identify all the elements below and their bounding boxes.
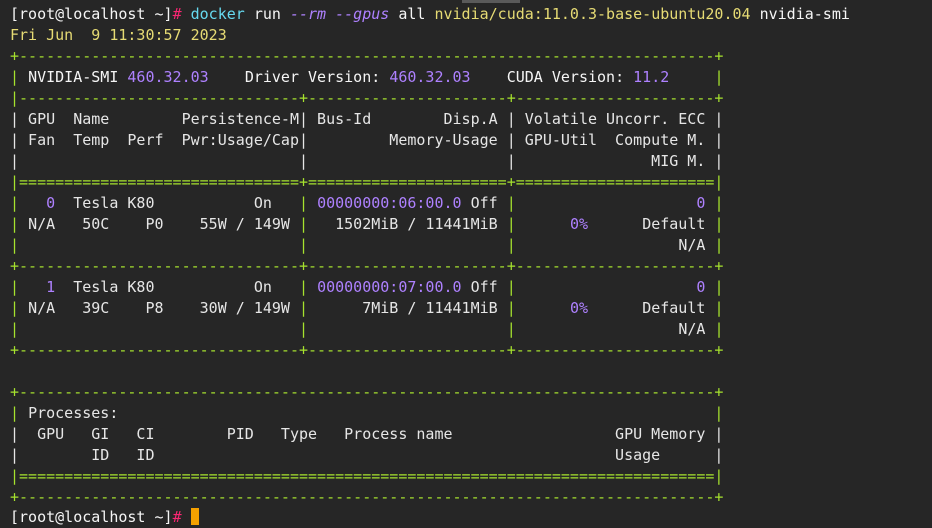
gpu-sep-bottom: +-------------------------------+-------… (10, 341, 724, 359)
gpu-perf: P0 (145, 215, 164, 233)
gpu-mig: N/A (678, 320, 706, 338)
prompt-symbol: # (172, 5, 182, 23)
gpu-name: Tesla K80 (73, 194, 155, 212)
gpu-power: 55W / 149W (199, 215, 290, 233)
processes-header-2: | ID ID Usage | (10, 446, 724, 464)
gpu-bus-id: 00000000:07:00.0 (317, 278, 462, 296)
cuda-label: CUDA Version: (506, 68, 625, 86)
driver-version: 460.32.03 (389, 68, 471, 86)
gpu-mig: N/A (678, 236, 706, 254)
gpu-disp: Off (470, 194, 498, 212)
command-sub: run (253, 5, 281, 23)
command-line: [root@localhost ~]# docker run --rm --gp… (10, 4, 850, 25)
sep-eq: |===============================+=======… (10, 173, 724, 191)
prompt: [root@localhost ~] (10, 5, 173, 23)
processes-header-1: | GPU GI CI PID Type Process name GPU Me… (10, 425, 724, 443)
gpu-sep: +-------------------------------+-------… (10, 257, 724, 275)
run-command: nvidia-smi (759, 5, 850, 23)
terminal-output[interactable]: [root@localhost ~]# docker run --rm --gp… (10, 0, 932, 526)
gpu-name: Tesla K80 (73, 278, 155, 296)
smi-version: 460.32.03 (127, 68, 209, 86)
flag-gpus: --gpus (335, 5, 390, 23)
flag-rm: --rm (289, 5, 327, 23)
gpu-1-row-3: | | | N/A | (10, 320, 724, 338)
gpu-util: 0% (569, 299, 588, 317)
version-line: | NVIDIA-SMI 460.32.03 Driver Version: 4… (10, 68, 724, 86)
gpu-index: 0 (46, 194, 56, 212)
gpu-temp: 50C (82, 215, 110, 233)
prompt: [root@localhost ~] (10, 508, 173, 526)
processes-title: Processes: (28, 404, 119, 422)
table-border-top: +---------------------------------------… (10, 47, 724, 65)
image-name: nvidia/cuda:11.0.3-base-ubuntu20.04 (434, 5, 751, 23)
date-line: Fri Jun 9 11:30:57 2023 (10, 26, 227, 44)
gpu-ecc: 0 (696, 278, 706, 296)
gpu-util: 0% (569, 215, 588, 233)
gpu-fan: N/A (28, 299, 56, 317)
gpu-index: 1 (46, 278, 56, 296)
gpu-memory: 1502MiB / 11441MiB (335, 215, 498, 233)
gpu-fan: N/A (28, 215, 56, 233)
processes-border-bottom: +---------------------------------------… (10, 488, 724, 506)
header-row-2: | Fan Temp Perf Pwr:Usage/Cap| Memory-Us… (10, 131, 724, 149)
gpu-0-row-2: | N/A 50C P0 55W / 149W | 1502MiB / 1144… (10, 215, 724, 233)
gpu-0-row-3: | | | N/A | (10, 236, 724, 254)
processes-border-top: +---------------------------------------… (10, 383, 724, 401)
gpu-0-row-1: | 0 Tesla K80 On | 00000000:06:00.0 Off … (10, 194, 724, 212)
gpu-memory: 7MiB / 11441MiB (362, 299, 498, 317)
cuda-version: 11.2 (633, 68, 670, 86)
gpu-compute: Default (642, 215, 706, 233)
header-row-3: | | | MIG M. | (10, 152, 724, 170)
gpu-power: 30W / 149W (199, 299, 290, 317)
gpu-1-row-2: | N/A 39C P8 30W / 149W | 7MiB / 11441Mi… (10, 299, 724, 317)
gpu-persistence: On (253, 278, 272, 296)
gpu-persistence: On (253, 194, 272, 212)
gpu-disp: Off (470, 278, 498, 296)
gpu-1-row-1: | 1 Tesla K80 On | 00000000:07:00.0 Off … (10, 278, 724, 296)
smi-label: NVIDIA-SMI (28, 68, 119, 86)
gpu-temp: 39C (82, 299, 110, 317)
flag-gpus-value: all (398, 5, 426, 23)
sep-dash: |-------------------------------+-------… (10, 89, 724, 107)
cursor[interactable] (190, 508, 199, 525)
gpu-bus-id: 00000000:06:00.0 (317, 194, 462, 212)
processes-title-line: | Processes: | (10, 404, 724, 422)
processes-sep-eq: |=======================================… (10, 467, 724, 485)
gpu-compute: Default (642, 299, 706, 317)
prompt-symbol: # (172, 508, 182, 526)
gpu-perf: P8 (145, 299, 164, 317)
gpu-ecc: 0 (696, 194, 706, 212)
header-row-1: | GPU Name Persistence-M| Bus-Id Disp.A … (10, 110, 724, 128)
command-name: docker (190, 5, 245, 23)
driver-label: Driver Version: (244, 68, 381, 86)
